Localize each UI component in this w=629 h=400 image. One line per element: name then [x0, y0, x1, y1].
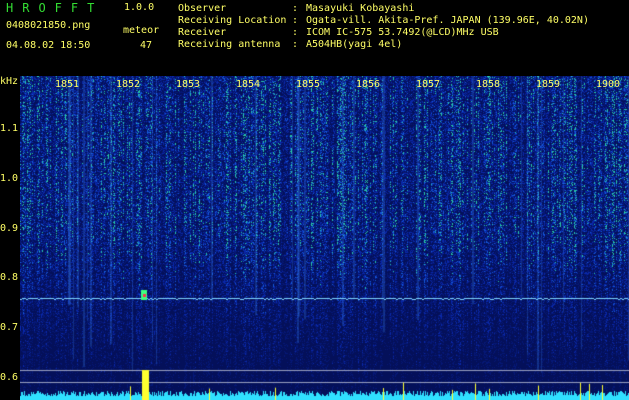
- x-tick-label: 1855: [296, 79, 321, 90]
- info-key: Receiver: [178, 27, 227, 38]
- info-key: Receiving Location: [178, 15, 287, 26]
- info-value: ICOM IC-575 53.7492(@LCD)MHz USB: [306, 27, 499, 38]
- info-sep: :: [292, 15, 299, 26]
- x-tick-label: 1858: [476, 79, 501, 90]
- info-sep: :: [292, 39, 299, 50]
- spectrogram-canvas: [20, 76, 629, 400]
- x-tick-label: 1852: [116, 79, 141, 90]
- header-panel: HROFFT 1.0.0 0408021850.png meteor 04.08…: [0, 0, 629, 76]
- date-time: 04.08.02 18:50: [6, 40, 91, 51]
- info-row-observer: Observer : Masayuki Kobayashi: [178, 3, 589, 15]
- y-axis-unit: kHz: [0, 76, 19, 87]
- x-tick-label: 1859: [536, 79, 561, 90]
- info-value: A504HB(yagi 4el): [306, 39, 403, 50]
- y-tick-label: 1.0: [0, 173, 19, 184]
- info-value: Masayuki Kobayashi: [306, 3, 415, 14]
- info-sep: :: [292, 27, 299, 38]
- x-tick-label: 1900: [596, 79, 621, 90]
- x-tick-label: 1851: [55, 79, 80, 90]
- x-tick-label: 1857: [416, 79, 441, 90]
- meteor-count: 47: [140, 40, 153, 51]
- y-tick-label: 0.8: [0, 272, 19, 283]
- info-row-location: Receiving Location : Ogata-vill. Akita-P…: [178, 15, 589, 27]
- station-info: Observer : Masayuki Kobayashi Receiving …: [178, 3, 589, 51]
- info-row-receiver: Receiver : ICOM IC-575 53.7492(@LCD)MHz …: [178, 27, 589, 39]
- x-tick-label: 1853: [176, 79, 201, 90]
- y-tick-label: 0.6: [0, 372, 19, 383]
- info-value: Ogata-vill. Akita-Pref. JAPAN (139.96E, …: [306, 15, 589, 26]
- spectrogram-panel: [20, 76, 629, 400]
- info-sep: :: [292, 3, 299, 14]
- x-tick-label: 1856: [356, 79, 381, 90]
- app-logo: HROFFT: [6, 1, 104, 15]
- y-tick-label: 0.9: [0, 223, 19, 234]
- file-name: 0408021850.png: [6, 20, 91, 31]
- app-version: 1.0.0: [124, 2, 155, 13]
- y-tick-label: 0.7: [0, 322, 19, 333]
- meteor-label: meteor: [123, 25, 160, 36]
- y-tick-label: 1.1: [0, 123, 19, 134]
- info-row-antenna: Receiving antenna : A504HB(yagi 4el): [178, 39, 589, 51]
- info-key: Receiving antenna: [178, 39, 281, 50]
- info-key: Observer: [178, 3, 227, 14]
- x-tick-label: 1854: [236, 79, 261, 90]
